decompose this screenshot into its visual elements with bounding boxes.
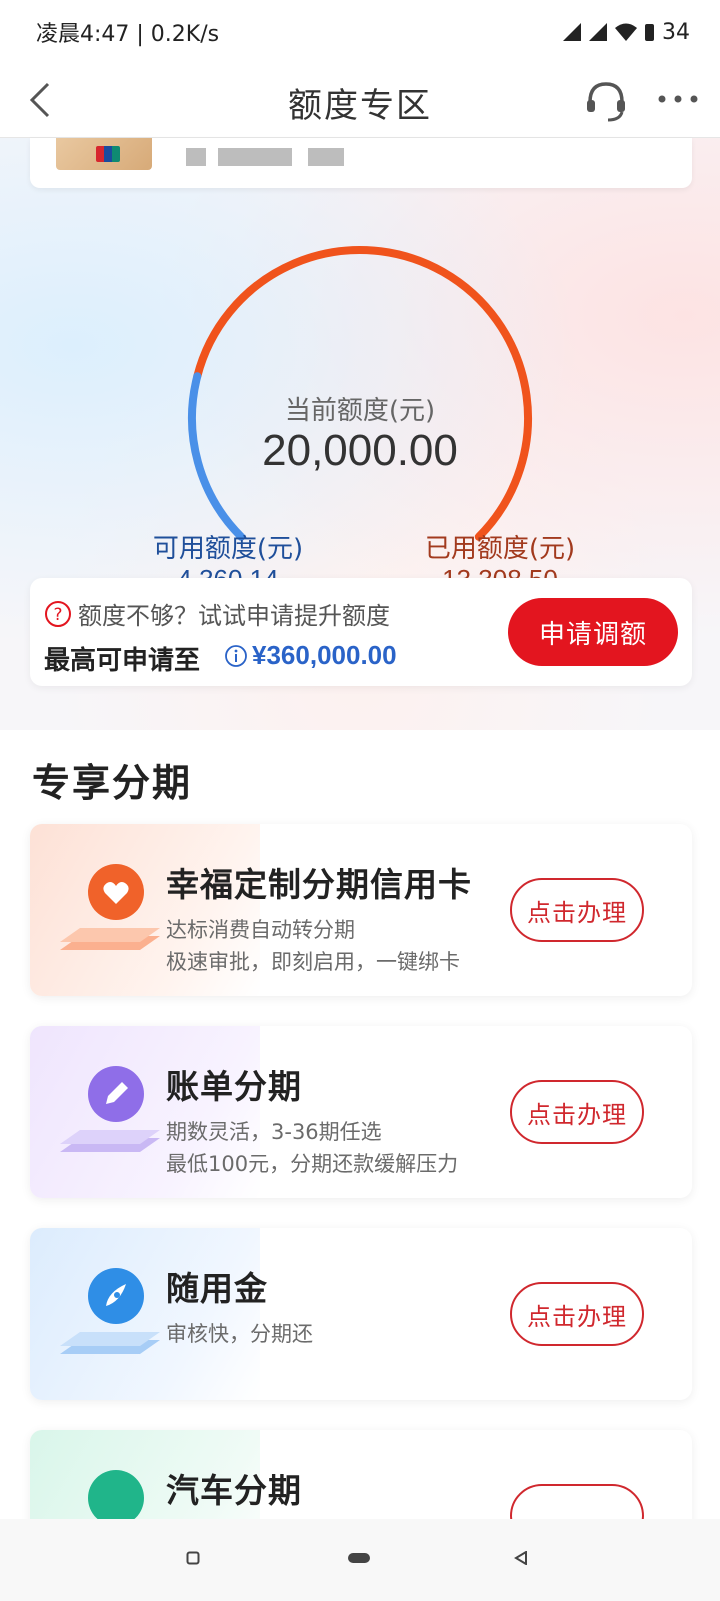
- battery-level: 34: [662, 19, 690, 45]
- used-limit-label: 已用额度(元): [424, 534, 576, 564]
- nav-bar: 额度专区: [0, 64, 720, 138]
- gauge-arc: [188, 246, 532, 541]
- status-time: 凌晨4:47 | 0.2K/s: [36, 22, 220, 47]
- battery-icon: [645, 23, 654, 41]
- masked-card-number: [186, 148, 206, 166]
- max-limit-value: ¥360,000.00: [252, 640, 397, 670]
- product-title: 幸福定制分期信用卡: [166, 865, 472, 904]
- max-limit-label: 最高可申请至: [44, 646, 201, 676]
- svg-text:?: ?: [53, 605, 62, 625]
- product-card-installment-card[interactable]: 幸福定制分期信用卡 达标消费自动转分期 极速审批，即刻启用，一键绑卡 点击办理: [30, 824, 692, 996]
- status-bar: 凌晨4:47 | 0.2K/s 34: [0, 0, 720, 64]
- product-description: 最低100元，分期还款缓解压力: [166, 1152, 459, 1176]
- unionpay-logo-icon: [96, 146, 120, 162]
- apply-limit-button[interactable]: 申请调额: [508, 598, 678, 666]
- recent-apps-icon[interactable]: [186, 1551, 200, 1565]
- credit-gauge: 当前额度(元) 20,000.00 可用额度(元) 4,360.14 已用额度(…: [0, 198, 720, 594]
- headset-icon[interactable]: [582, 76, 630, 124]
- raise-limit-hint: 额度不够？试试申请提升额度: [78, 602, 390, 630]
- available-limit-label: 可用额度(元): [152, 534, 304, 564]
- masked-card-number: [218, 148, 292, 166]
- section-title: 专享分期: [32, 761, 193, 805]
- signal-icon-2: [589, 23, 607, 41]
- credit-limit-panel: 当前额度(元) 20,000.00 可用额度(元) 4,360.14 已用额度(…: [0, 138, 720, 730]
- product-description: 达标消费自动转分期: [166, 918, 355, 942]
- apply-button[interactable]: 点击办理: [510, 878, 644, 942]
- signal-icon: [563, 23, 581, 41]
- product-title: 汽车分期: [166, 1471, 302, 1510]
- apply-button[interactable]: 点击办理: [510, 1282, 644, 1346]
- rocket-icon: [60, 1268, 160, 1354]
- product-title: 账单分期: [166, 1067, 302, 1106]
- apply-button[interactable]: 点击办理: [510, 1080, 644, 1144]
- pencil-icon: [60, 1066, 160, 1152]
- card-selector[interactable]: [30, 138, 692, 188]
- product-card-bill-installment[interactable]: 账单分期 期数灵活，3-36期任选 最低100元，分期还款缓解压力 点击办理: [30, 1026, 692, 1198]
- product-description: 期数灵活，3-36期任选: [166, 1120, 382, 1144]
- raise-limit-card: ? 额度不够？试试申请提升额度 最高可申请至 ¥360,000.00 申请调额: [30, 578, 692, 686]
- current-limit-label: 当前额度(元): [284, 396, 436, 426]
- system-navigation-bar: [0, 1519, 720, 1601]
- product-description: 审核快，分期还: [166, 1322, 313, 1346]
- product-card-flexible-cash[interactable]: 随用金 审核快，分期还 点击办理: [30, 1228, 692, 1400]
- product-title: 随用金: [166, 1269, 268, 1308]
- masked-card-number: [308, 148, 344, 166]
- heart-icon: [60, 864, 160, 950]
- current-limit-value: 20,000.00: [262, 426, 458, 475]
- product-description: 极速审批，即刻启用，一键绑卡: [166, 950, 460, 974]
- home-icon[interactable]: [348, 1553, 370, 1563]
- question-circle-icon: ?: [45, 601, 71, 627]
- status-icons: 34: [563, 20, 690, 45]
- wifi-icon: [615, 23, 637, 41]
- back-triangle-icon[interactable]: [514, 1551, 528, 1565]
- more-dots-icon[interactable]: [656, 84, 700, 114]
- info-icon[interactable]: [224, 644, 248, 668]
